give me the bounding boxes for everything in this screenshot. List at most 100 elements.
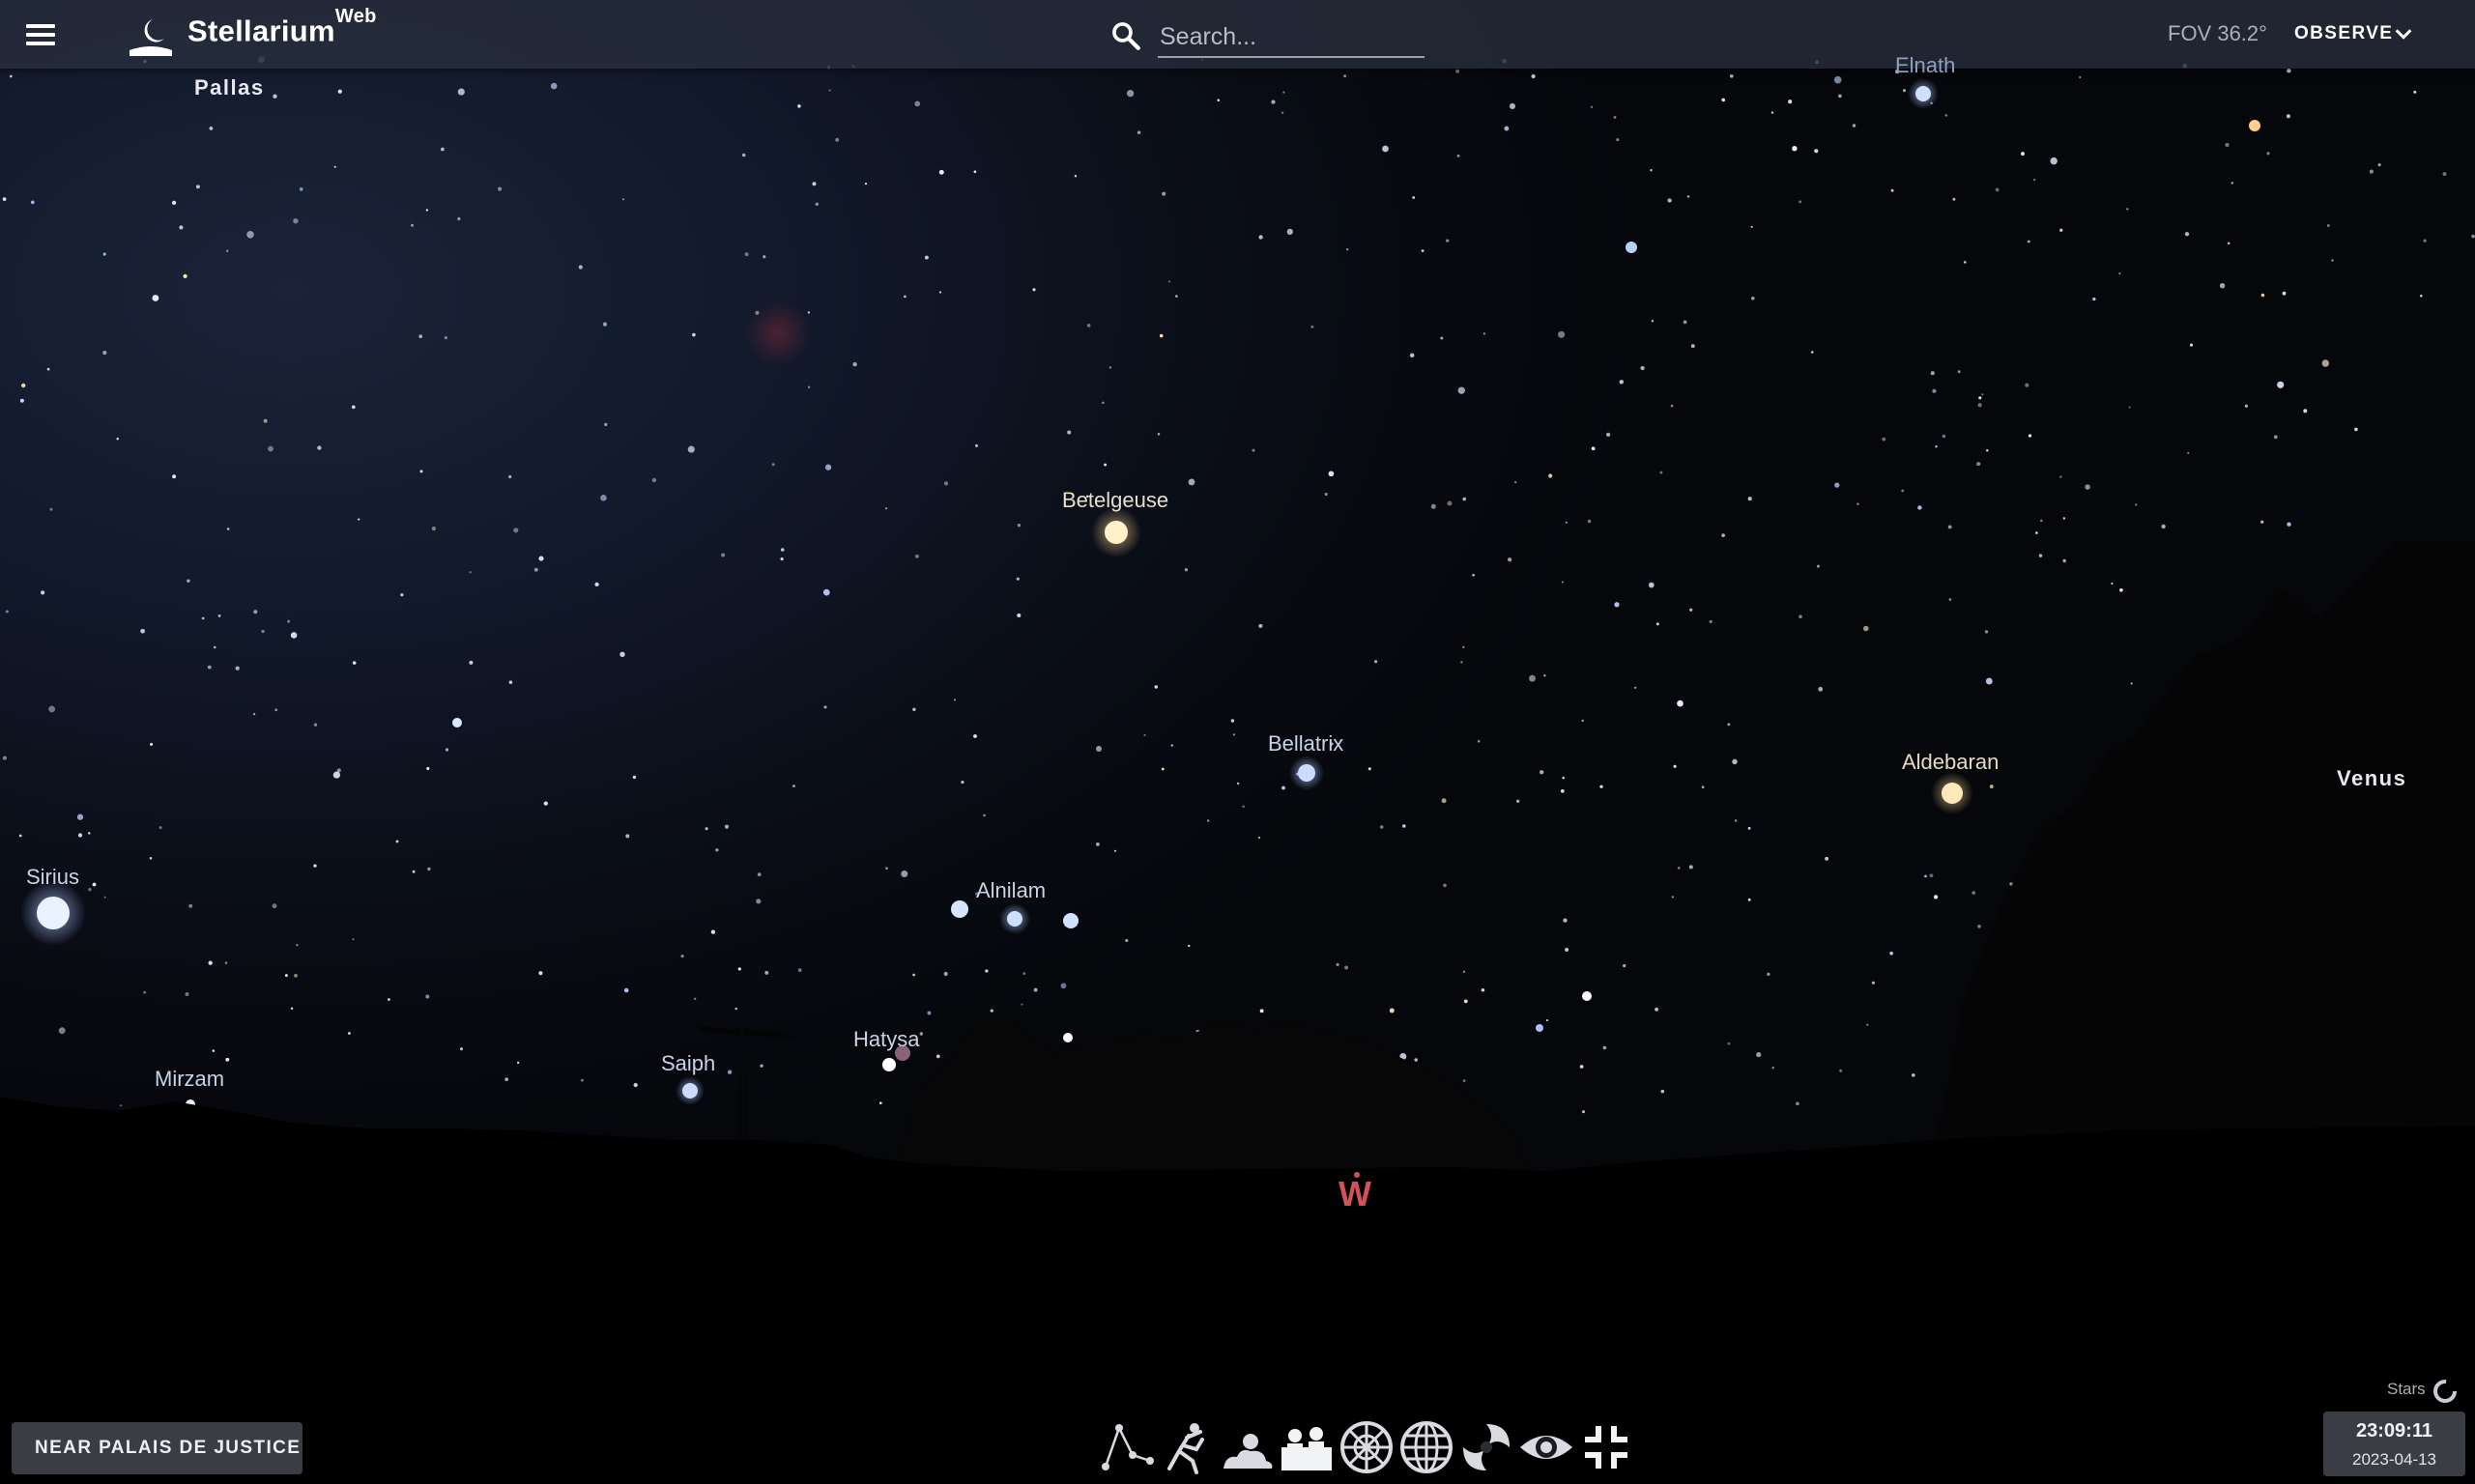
background-star bbox=[2021, 152, 2025, 157]
label-sirius[interactable]: Sirius bbox=[26, 865, 79, 890]
background-star bbox=[1929, 873, 1934, 878]
background-star bbox=[1563, 918, 1568, 923]
landscape-button[interactable] bbox=[1278, 1418, 1336, 1480]
constellation-art-button[interactable] bbox=[1158, 1418, 1216, 1480]
background-star bbox=[1751, 297, 1755, 300]
background-star bbox=[1095, 745, 1103, 753]
search-icon[interactable] bbox=[1109, 19, 1142, 52]
background-star bbox=[1619, 380, 1625, 385]
night-mode-icon bbox=[1520, 1436, 1572, 1459]
label-pallas[interactable]: Pallas bbox=[194, 75, 265, 100]
background-star bbox=[2266, 152, 2270, 156]
background-star bbox=[1125, 938, 1129, 943]
equatorial-grid-button[interactable] bbox=[1397, 1418, 1455, 1480]
background-star bbox=[2118, 272, 2121, 275]
background-star bbox=[313, 723, 318, 727]
background-star bbox=[727, 1070, 733, 1074]
background-star bbox=[235, 666, 240, 671]
sky-view[interactable] bbox=[0, 0, 2475, 1484]
background-star bbox=[975, 443, 978, 447]
background-star bbox=[632, 775, 637, 780]
search-input[interactable] bbox=[1158, 17, 1425, 58]
label-alnilam[interactable]: Alnilam bbox=[976, 878, 1046, 903]
background-star bbox=[1701, 785, 1705, 789]
background-star bbox=[1721, 98, 1726, 102]
background-star bbox=[924, 255, 929, 260]
background-star bbox=[1281, 785, 1285, 790]
label-mirzam[interactable]: Mirzam bbox=[155, 1067, 224, 1092]
background-star bbox=[1382, 145, 1389, 153]
label-bellatrix[interactable]: Bellatrix bbox=[1268, 731, 1343, 756]
label-betelgeuse[interactable]: Betelgeuse bbox=[1062, 488, 1168, 513]
search-box[interactable] bbox=[1109, 14, 1425, 60]
background-star bbox=[440, 147, 445, 152]
background-star bbox=[1545, 1019, 1549, 1022]
background-star bbox=[41, 590, 45, 595]
constellation-lines-button[interactable] bbox=[1098, 1418, 1156, 1480]
deep-sky-objects-button[interactable] bbox=[1457, 1418, 1515, 1480]
background-star bbox=[351, 405, 356, 410]
background-star bbox=[1747, 898, 1751, 901]
background-star bbox=[1137, 130, 1141, 134]
background-star bbox=[1673, 764, 1677, 768]
label-elnath[interactable]: Elnath bbox=[1895, 53, 1955, 78]
background-star bbox=[213, 645, 216, 649]
nebula-patch bbox=[745, 300, 811, 366]
background-star bbox=[411, 223, 414, 227]
background-star bbox=[2028, 434, 2032, 438]
background-star bbox=[1472, 573, 1475, 577]
datetime-button[interactable]: 23:09:11 2023-04-13 bbox=[2323, 1412, 2465, 1476]
exit-fullscreen-button[interactable] bbox=[1577, 1418, 1635, 1480]
background-star bbox=[1792, 146, 1798, 152]
background-star bbox=[5, 610, 9, 614]
background-star bbox=[1021, 1003, 1023, 1006]
atmosphere-button[interactable] bbox=[1218, 1418, 1276, 1480]
background-star bbox=[1257, 836, 1261, 840]
background-star bbox=[1017, 524, 1022, 528]
background-star bbox=[2187, 451, 2190, 454]
azimuthal-grid-button[interactable] bbox=[1338, 1418, 1396, 1480]
label-hatysa[interactable]: Hatysa bbox=[853, 1027, 919, 1052]
observe-button[interactable]: OBSERVE bbox=[2292, 15, 2418, 52]
background-star bbox=[973, 170, 977, 174]
background-star bbox=[1902, 89, 1907, 93]
background-star bbox=[1640, 365, 1645, 371]
background-star bbox=[149, 857, 153, 860]
background-star bbox=[885, 867, 888, 870]
menu-button[interactable] bbox=[23, 19, 58, 48]
background-star bbox=[225, 1057, 230, 1062]
observe-label: OBSERVE bbox=[2294, 23, 2394, 43]
background-star bbox=[1108, 366, 1112, 369]
background-star bbox=[30, 200, 35, 205]
background-star bbox=[412, 870, 416, 873]
background-star bbox=[1022, 972, 1026, 975]
background-star bbox=[1587, 519, 1592, 524]
background-star bbox=[756, 899, 762, 904]
label-aldebaran[interactable]: Aldebaran bbox=[1902, 750, 1999, 775]
background-star bbox=[2413, 90, 2417, 94]
night-mode-button[interactable] bbox=[1517, 1418, 1575, 1480]
background-star bbox=[1839, 1069, 1843, 1072]
background-star bbox=[1379, 825, 1384, 829]
background-star bbox=[1033, 987, 1038, 992]
label-venus[interactable]: Venus bbox=[2337, 766, 2406, 791]
location-button[interactable]: NEAR PALAIS DE JUSTICE bbox=[12, 1422, 302, 1474]
background-star bbox=[1514, 481, 1517, 484]
background-star bbox=[1655, 622, 1659, 626]
background-star bbox=[2, 197, 7, 201]
background-star bbox=[1747, 497, 1752, 501]
background-star bbox=[792, 785, 795, 788]
background-star bbox=[771, 463, 775, 467]
label-saiph[interactable]: Saiph bbox=[661, 1051, 715, 1076]
background-star bbox=[1942, 434, 1946, 439]
background-star bbox=[498, 186, 503, 191]
background-star bbox=[822, 588, 830, 596]
background-star bbox=[1074, 175, 1078, 178]
background-star bbox=[1543, 674, 1546, 677]
background-star bbox=[88, 832, 91, 835]
background-star bbox=[419, 470, 423, 473]
background-star bbox=[504, 1077, 508, 1081]
background-star bbox=[1613, 115, 1617, 119]
background-star bbox=[140, 628, 145, 634]
background-star bbox=[1562, 776, 1565, 780]
